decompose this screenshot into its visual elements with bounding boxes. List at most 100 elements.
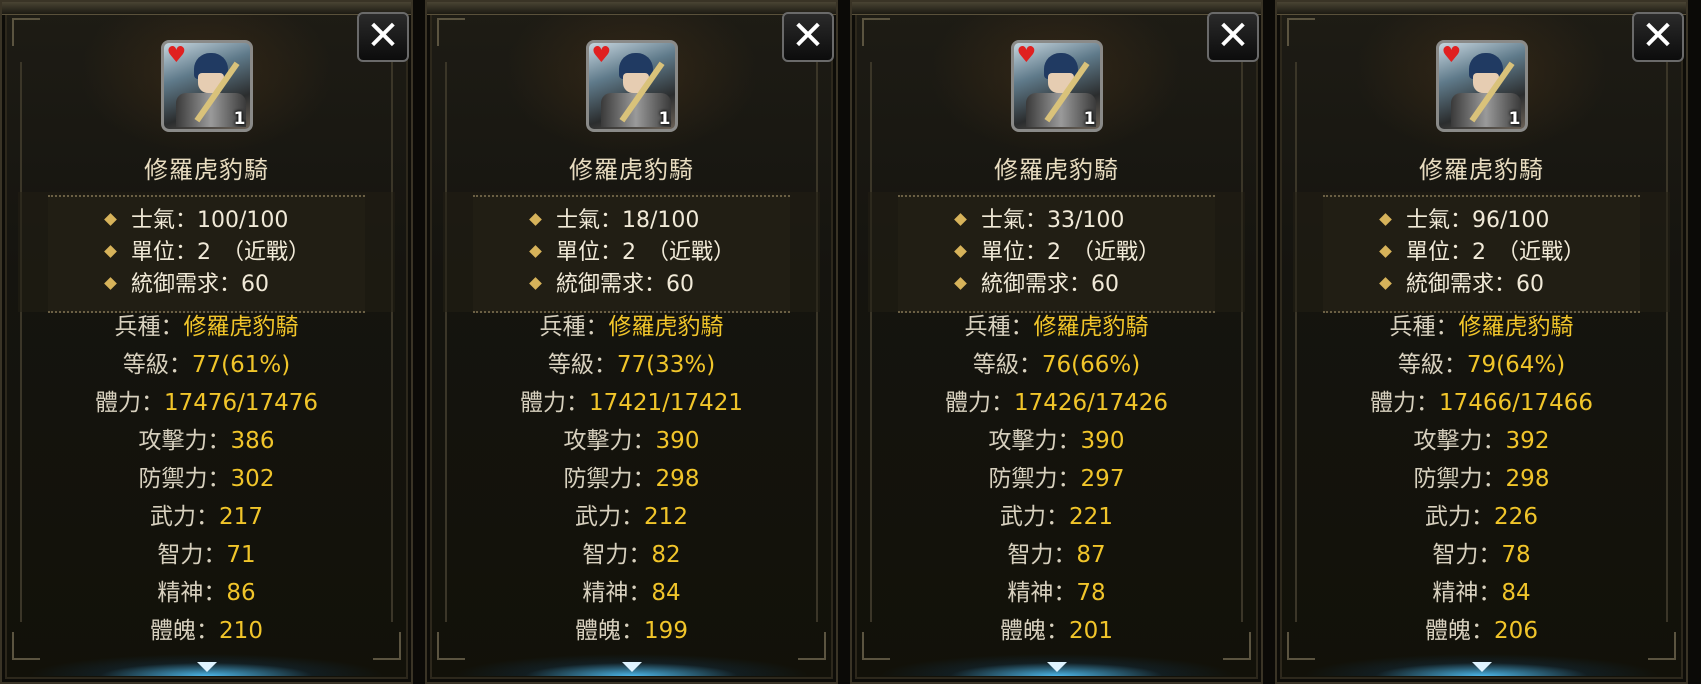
stat-value: 221 xyxy=(1069,504,1113,530)
close-button[interactable]: ✕ xyxy=(1632,12,1684,62)
stat-label: 等級： xyxy=(122,352,192,378)
unit-name: 修羅虎豹騎 xyxy=(144,156,269,184)
morale-value: 100/100 xyxy=(197,208,289,233)
stat-label: 兵種： xyxy=(964,314,1034,340)
morale-value: 18/100 xyxy=(622,208,700,233)
morale-label: 士氣： xyxy=(131,208,198,233)
command-label: 統御需求： xyxy=(131,272,242,297)
stat-label: 體魄： xyxy=(150,618,220,644)
unit-portrait[interactable]: ♥ 1 xyxy=(160,40,253,132)
panel-top-rail xyxy=(852,2,1261,15)
unit-portrait[interactable]: ♥ 1 xyxy=(1435,40,1528,132)
stat-value: 84 xyxy=(651,580,681,606)
stat-value: 71 xyxy=(226,542,256,568)
stat-value: 77(61%) xyxy=(191,352,291,378)
stat-label: 武力： xyxy=(1000,504,1070,530)
unit-info-panel: ✕ ♥ 1 修羅虎豹騎 士氣：33/100 單位：2 （近戰） 統御需求：60 xyxy=(850,0,1263,684)
bullet-icon xyxy=(1379,276,1392,290)
stat-label: 精神： xyxy=(157,580,227,606)
stat-defense: 防禦力：298 xyxy=(1277,460,1686,498)
down-arrow-icon[interactable] xyxy=(621,662,642,672)
stat-value: 210 xyxy=(219,618,263,644)
stat-intelligence: 智力：87 xyxy=(852,536,1261,574)
panel-top-rail xyxy=(427,2,836,15)
down-arrow-icon[interactable] xyxy=(196,662,217,672)
bullet-icon xyxy=(954,244,967,258)
stat-attack: 攻擊力：390 xyxy=(427,422,836,460)
stat-strength: 武力：226 xyxy=(1277,498,1686,536)
stat-value: 修羅虎豹騎 xyxy=(1033,314,1149,340)
stat-label: 兵種： xyxy=(1389,314,1459,340)
stat-value: 77(33%) xyxy=(616,352,716,378)
stat-label: 體力： xyxy=(519,390,589,416)
morale-label: 士氣： xyxy=(556,208,623,233)
units-value: 2 （近戰） xyxy=(197,240,311,265)
stat-label: 攻擊力： xyxy=(563,428,656,454)
stat-type: 兵種：修羅虎豹騎 xyxy=(427,308,836,346)
portrait-level: 1 xyxy=(1083,109,1096,129)
close-button[interactable]: ✕ xyxy=(357,12,409,62)
stat-defense: 防禦力：302 xyxy=(2,460,411,498)
summary-list: 士氣：100/100 單位：2 （近戰） 統御需求：60 xyxy=(104,205,311,301)
stat-value: 78 xyxy=(1076,580,1106,606)
stat-value: 修羅虎豹騎 xyxy=(1458,314,1574,340)
stat-label: 攻擊力： xyxy=(988,428,1081,454)
close-button[interactable]: ✕ xyxy=(1207,12,1259,62)
stat-value: 302 xyxy=(230,466,275,492)
stat-hp: 體力：17476/17476 xyxy=(2,384,411,422)
stat-value: 206 xyxy=(1494,618,1538,644)
command-row: 統御需求：60 xyxy=(104,269,310,301)
stat-label: 防禦力： xyxy=(988,466,1081,492)
stat-strength: 武力：221 xyxy=(852,498,1261,536)
unit-portrait[interactable]: ♥ 1 xyxy=(585,40,678,132)
stat-label: 精神： xyxy=(1007,580,1077,606)
command-label: 統御需求： xyxy=(556,272,667,297)
units-row: 單位：2 （近戰） xyxy=(1379,237,1585,269)
stat-value: 17426/17426 xyxy=(1013,390,1169,416)
command-row: 統御需求：60 xyxy=(954,269,1160,301)
stat-value: 212 xyxy=(644,504,688,530)
stat-level: 等級：77(61%) xyxy=(2,346,411,384)
stat-label: 等級： xyxy=(972,352,1042,378)
stat-label: 體魄： xyxy=(1425,618,1495,644)
stat-value: 79(64%) xyxy=(1466,352,1566,378)
corner-ornament xyxy=(862,18,890,46)
stat-label: 精神： xyxy=(1432,580,1502,606)
units-label: 單位： xyxy=(1406,240,1473,265)
stat-hp: 體力：17426/17426 xyxy=(852,384,1261,422)
stat-physique: 體魄：210 xyxy=(2,612,411,650)
units-label: 單位： xyxy=(131,240,198,265)
unit-portrait[interactable]: ♥ 1 xyxy=(1010,40,1103,132)
down-arrow-icon[interactable] xyxy=(1471,662,1492,672)
stat-label: 精神： xyxy=(582,580,652,606)
stat-level: 等級：76(66%) xyxy=(852,346,1261,384)
stat-value: 17476/17476 xyxy=(163,390,319,416)
stat-spirit: 精神：86 xyxy=(2,574,411,612)
morale-value: 33/100 xyxy=(1047,208,1125,233)
close-icon: ✕ xyxy=(366,13,400,59)
stat-attack: 攻擊力：386 xyxy=(2,422,411,460)
units-value: 2 （近戰） xyxy=(622,240,736,265)
command-value: 60 xyxy=(241,272,270,297)
stat-value: 82 xyxy=(651,542,681,568)
bullet-icon xyxy=(104,212,117,226)
command-label: 統御需求： xyxy=(981,272,1092,297)
stat-spirit: 精神：78 xyxy=(852,574,1261,612)
units-row: 單位：2 （近戰） xyxy=(529,237,736,269)
down-arrow-icon[interactable] xyxy=(1046,662,1067,672)
stat-label: 武力： xyxy=(150,504,220,530)
heart-icon: ♥ xyxy=(1441,43,1462,68)
stat-attack: 攻擊力：390 xyxy=(852,422,1261,460)
close-button[interactable]: ✕ xyxy=(782,12,834,62)
morale-label: 士氣： xyxy=(1406,208,1473,233)
stat-label: 等級： xyxy=(1397,352,1467,378)
stat-value: 修羅虎豹騎 xyxy=(183,314,299,340)
command-row: 統御需求：60 xyxy=(1379,269,1585,301)
summary-list: 士氣：33/100 單位：2 （近戰） 統御需求：60 xyxy=(954,205,1160,301)
stat-label: 體魄： xyxy=(575,618,645,644)
stat-spirit: 精神：84 xyxy=(427,574,836,612)
units-row: 單位：2 （近戰） xyxy=(104,237,311,269)
stat-label: 武力： xyxy=(575,504,645,530)
stat-hp: 體力：17466/17466 xyxy=(1277,384,1686,422)
morale-value: 96/100 xyxy=(1472,208,1550,233)
